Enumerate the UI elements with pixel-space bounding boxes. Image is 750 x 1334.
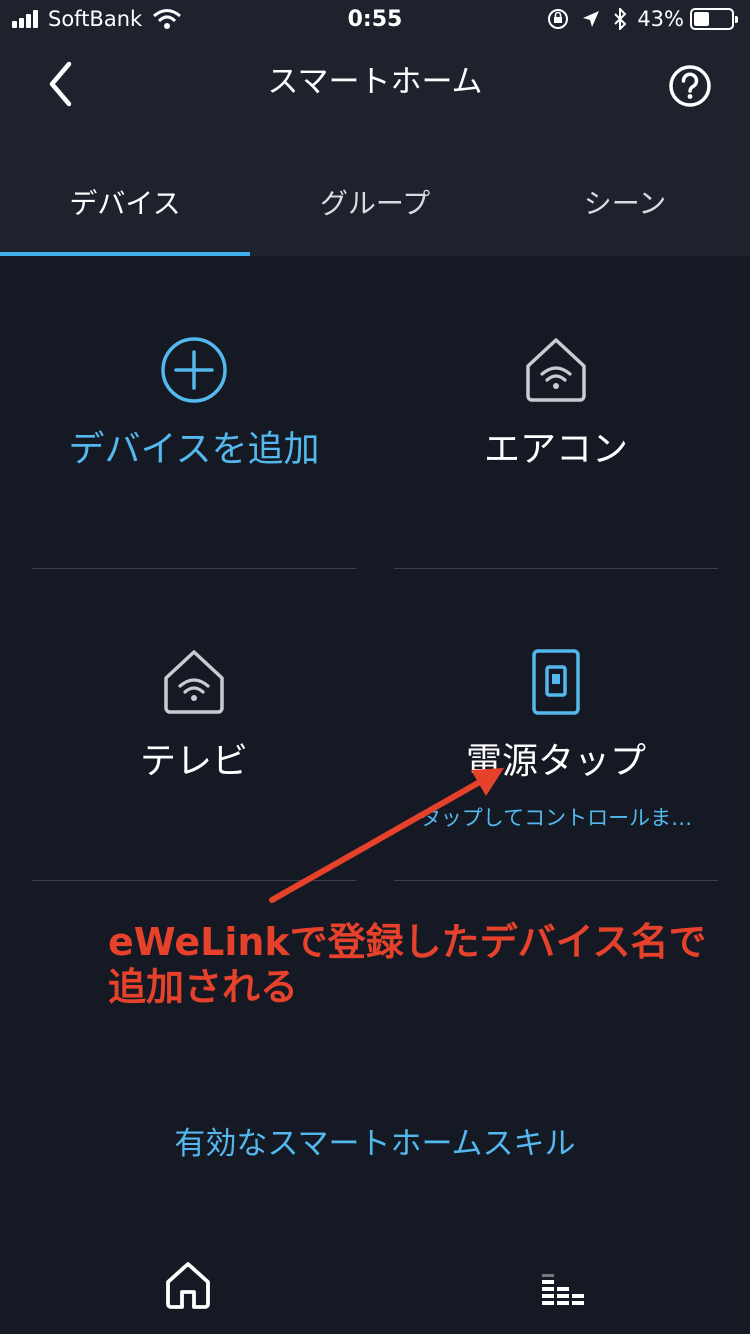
home-icon[interactable] [164,1260,212,1310]
device-name-tv: テレビ [139,741,248,782]
tab-indicator [0,252,250,256]
battery-icon [690,8,738,30]
smart-home-wifi-icon [164,650,224,714]
enabled-skills-link[interactable]: 有効なスマートホームスキル [0,1118,750,1163]
add-circle-icon [161,337,227,403]
smart-home-wifi-icon [526,338,586,402]
add-device-button[interactable]: デバイスを追加 [32,336,356,472]
divider [394,568,718,569]
status-bar: SoftBank 0:55 43% [0,0,750,40]
battery-fill [694,12,710,26]
divider [32,568,356,569]
tab-bar: デバイス グループ シーン [0,170,750,256]
tab-groups[interactable]: グループ [250,170,500,256]
equalizer-icon[interactable] [542,1274,586,1308]
help-button[interactable] [668,64,712,108]
help-icon [669,65,711,107]
device-card-tv[interactable]: テレビ [32,648,356,784]
device-card-aircon[interactable]: エアコン [394,336,718,472]
location-icon [583,11,600,27]
device-name-power-strip: 電源タップ [465,741,646,782]
device-status-power-strip[interactable]: タップしてコントロールま… [394,802,718,832]
divider [32,880,356,881]
device-card-power-strip[interactable]: 電源タップ タップしてコントロールま… [394,648,718,832]
bluetooth-icon [614,8,627,30]
add-device-label: デバイスを追加 [68,429,320,470]
divider [394,880,718,881]
switch-icon [532,649,580,715]
tab-scenes[interactable]: シーン [500,170,750,256]
status-right: 43% [547,7,738,31]
annotation-text: eWeLinkで登録したデバイス名で追加される [108,920,707,1009]
page-title: スマートホーム [267,64,483,100]
device-name-aircon: エアコン [483,429,628,470]
rotation-lock-icon [548,9,569,29]
bottom-nav [0,1250,750,1334]
battery-percent: 43% [637,7,684,31]
tab-devices[interactable]: デバイス [0,170,250,256]
